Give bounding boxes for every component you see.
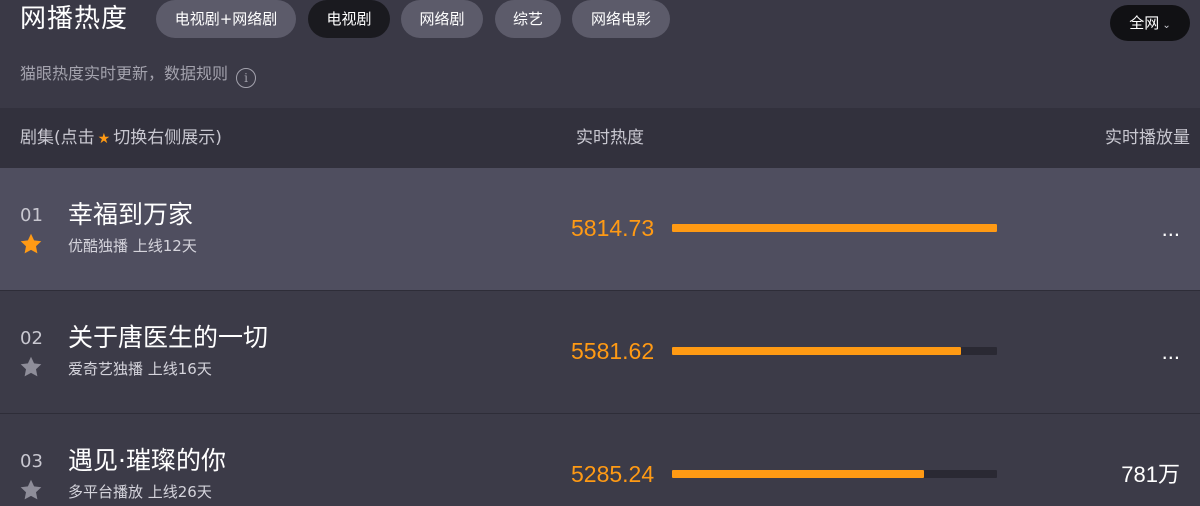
heat-bar-fill [672, 224, 997, 232]
show-meta: 爱奇艺独播 上线16天 [68, 360, 212, 378]
column-heat: 实时热度 [576, 128, 644, 148]
column-show-label-post: 切换右侧展示) [113, 128, 222, 148]
show-meta: 优酷独播 上线12天 [68, 237, 197, 255]
heat-value: 5814.73 [571, 215, 655, 241]
info-icon[interactable]: i [236, 68, 257, 88]
tab-tv-and-web-series[interactable]: 电视剧+网络剧 [156, 0, 296, 38]
table-row[interactable]: 02 关于唐医生的一切 爱奇艺独播 上线16天 5581.62 ... [0, 291, 1200, 414]
rank: 01 [20, 205, 43, 226]
page: 网播热度 电视剧+网络剧 电视剧 网络剧 综艺 网络电影 全网 ⌄ 猫眼热度实时更… [0, 0, 1200, 506]
show-title[interactable]: 幸福到万家 [68, 198, 193, 232]
show-title[interactable]: 关于唐医生的一切 [68, 321, 268, 355]
show-title[interactable]: 遇见·璀璨的你 [68, 444, 226, 478]
heat-bar [672, 470, 997, 478]
heat-bar-fill [672, 470, 924, 478]
plays-value: ... [1161, 216, 1180, 241]
header: 网播热度 电视剧+网络剧 电视剧 网络剧 综艺 网络电影 全网 ⌄ 猫眼热度实时更… [0, 0, 1200, 108]
star-icon[interactable] [19, 232, 43, 256]
plays-value: 781万 [1121, 462, 1180, 487]
scope-select[interactable]: 全网 ⌄ [1110, 5, 1190, 41]
heat-bar-fill [672, 347, 961, 355]
tab-tv-series[interactable]: 电视剧 [308, 0, 390, 38]
heat-value: 5581.62 [571, 338, 655, 364]
chevron-down-icon: ⌄ [1162, 20, 1171, 31]
heat-value: 5285.24 [571, 461, 655, 487]
divider [0, 413, 1200, 414]
plays-value: ... [1161, 339, 1180, 364]
page-title: 网播热度 [20, 4, 129, 34]
rank: 03 [20, 451, 43, 472]
table-row[interactable]: 03 遇见·璀璨的你 多平台播放 上线26天 5285.24 781万 [0, 414, 1200, 506]
scope-label: 全网 [1129, 14, 1160, 32]
tab-web-series[interactable]: 网络剧 [401, 0, 483, 38]
tab-web-movie[interactable]: 网络电影 [572, 0, 670, 38]
column-plays: 实时播放量 [1105, 128, 1190, 148]
column-show: 剧集(点击 ★ 切换右侧展示) [20, 108, 222, 169]
tab-variety[interactable]: 综艺 [495, 0, 561, 38]
rank: 02 [20, 328, 43, 349]
subtitle: 猫眼热度实时更新，数据规则 i [20, 60, 257, 88]
subtitle-text: 猫眼热度实时更新，数据规则 [20, 64, 229, 83]
star-icon[interactable] [19, 355, 43, 379]
divider [0, 290, 1200, 291]
show-meta: 多平台播放 上线26天 [68, 483, 212, 501]
star-icon[interactable] [19, 478, 43, 502]
table-row[interactable]: 01 幸福到万家 优酷独播 上线12天 5814.73 ... [0, 168, 1200, 291]
star-icon: ★ [97, 131, 111, 147]
heat-bar [672, 347, 997, 355]
column-header: 剧集(点击 ★ 切换右侧展示) 实时热度 实时播放量 [0, 108, 1200, 168]
column-show-label-pre: 剧集(点击 [20, 128, 95, 148]
heat-bar [672, 224, 997, 232]
